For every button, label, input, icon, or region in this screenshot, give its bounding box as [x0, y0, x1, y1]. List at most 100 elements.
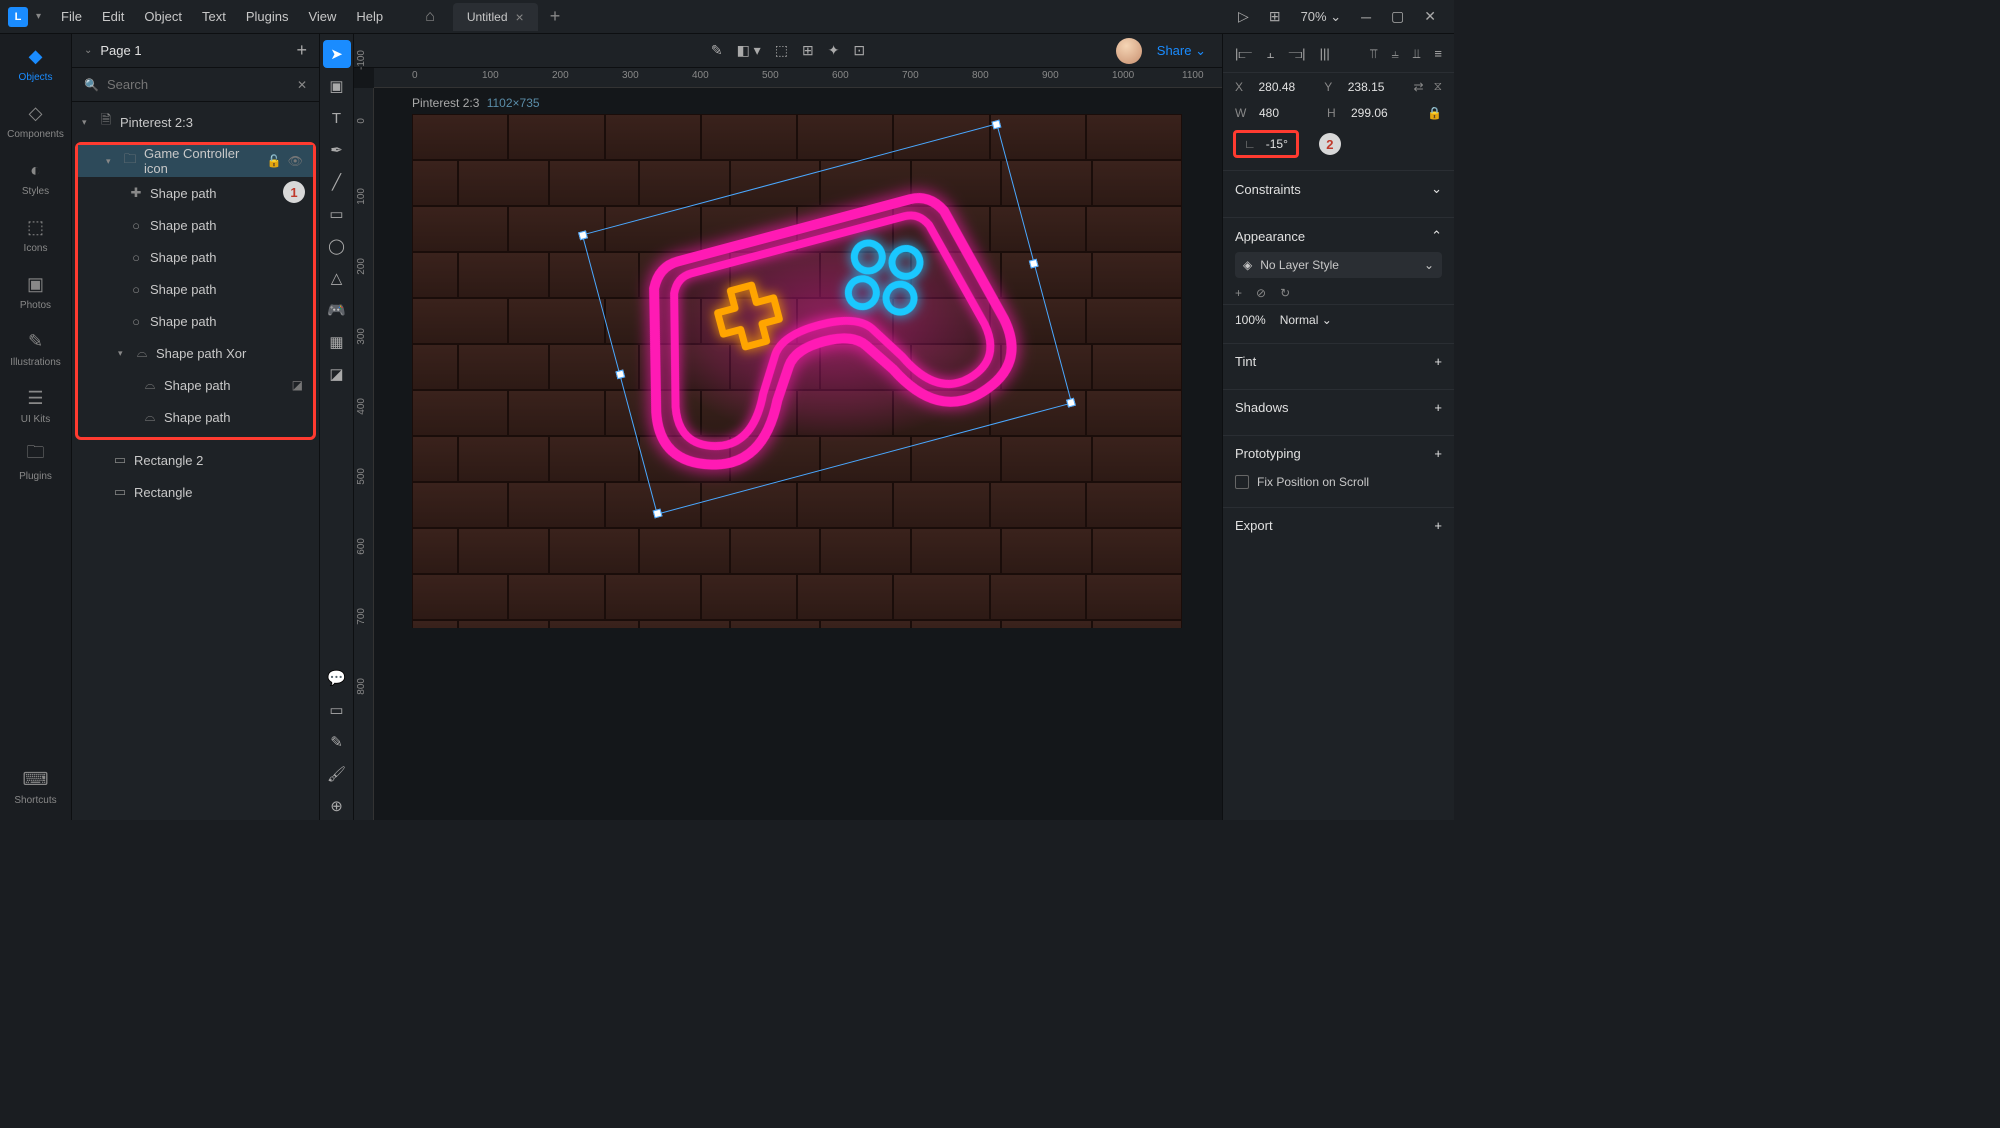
- align-bottom-icon[interactable]: ⫫: [1413, 46, 1420, 62]
- maximize-icon[interactable]: ▢: [1381, 8, 1414, 25]
- distribute-h-icon[interactable]: |||: [1320, 46, 1330, 62]
- opacity-value[interactable]: 100%: [1235, 313, 1266, 327]
- viewport[interactable]: Pinterest 2:3 1102×735: [374, 88, 1222, 820]
- rail-plugins[interactable]: 🗀Plugins: [19, 443, 52, 482]
- artboard-row[interactable]: ▾ 🗎 Pinterest 2:3: [72, 106, 319, 138]
- rail-styles[interactable]: ◐Styles: [22, 158, 49, 197]
- clear-search-icon[interactable]: ✕: [297, 78, 307, 92]
- layer-row[interactable]: ✚Shape path: [78, 177, 313, 209]
- image-tool[interactable]: ▦: [323, 328, 351, 356]
- boolean-tool[interactable]: ◪: [323, 360, 351, 388]
- frame-tool[interactable]: ▣: [323, 72, 351, 100]
- chevron-up-icon[interactable]: ⌃: [1431, 228, 1442, 244]
- rectangle-tool[interactable]: ▭: [323, 200, 351, 228]
- align-center-h-icon[interactable]: ⫠: [1266, 46, 1274, 62]
- brush-tool[interactable]: 🖌: [323, 760, 351, 788]
- zoom-tool[interactable]: ⊕: [323, 792, 351, 820]
- triangle-tool[interactable]: △: [323, 264, 351, 292]
- lock-aspect-icon[interactable]: 🔒: [1427, 106, 1442, 120]
- text-tool[interactable]: T: [323, 104, 351, 132]
- align-to-pixel-icon[interactable]: ⧖: [1434, 79, 1442, 94]
- distribute-icon[interactable]: ⊡: [853, 42, 865, 59]
- layer-row[interactable]: ○Shape path: [78, 273, 313, 305]
- rail-photos[interactable]: ▣Photos: [20, 272, 51, 311]
- menu-text[interactable]: Text: [192, 9, 236, 24]
- rail-components[interactable]: ◇Components: [7, 101, 64, 140]
- unlock-icon[interactable]: 🔓: [267, 154, 282, 168]
- pen-tool[interactable]: ✒: [323, 136, 351, 164]
- close-tab-icon[interactable]: ×: [516, 9, 524, 25]
- add-tab-button[interactable]: +: [538, 6, 573, 27]
- line-tool[interactable]: ╱: [323, 168, 351, 196]
- add-page-button[interactable]: +: [296, 40, 307, 61]
- menu-file[interactable]: File: [51, 9, 92, 24]
- chevron-down-icon[interactable]: ⌄: [1431, 181, 1442, 197]
- y-value[interactable]: 238.15: [1348, 80, 1404, 94]
- eyedropper-tool[interactable]: ✎: [323, 728, 351, 756]
- layer-row[interactable]: ▭Rectangle 2: [72, 444, 319, 476]
- align-top-icon[interactable]: ⫪: [1370, 46, 1377, 62]
- w-value[interactable]: 480: [1259, 106, 1317, 120]
- h-value[interactable]: 299.06: [1351, 106, 1409, 120]
- page-name[interactable]: Page 1: [100, 43, 288, 58]
- logo-chevron-icon[interactable]: ▾: [36, 11, 41, 22]
- chevron-down-icon[interactable]: ▾: [118, 348, 128, 359]
- blend-mode[interactable]: Normal ⌄: [1280, 313, 1332, 327]
- component-create-icon[interactable]: ⬚: [775, 42, 788, 59]
- chevron-down-icon[interactable]: ▾: [106, 156, 116, 167]
- menu-object[interactable]: Object: [134, 9, 192, 24]
- comment-tool[interactable]: 💬: [323, 664, 351, 692]
- play-icon[interactable]: ▷: [1228, 8, 1259, 25]
- artboard[interactable]: [412, 114, 1182, 628]
- autolayout-icon[interactable]: ⊞: [802, 42, 814, 59]
- minimize-icon[interactable]: ─: [1351, 9, 1381, 25]
- swap-xy-icon[interactable]: ⇄: [1414, 80, 1424, 94]
- group-row[interactable]: ▾ 🗀 Game Controller icon 🔓 👁: [78, 145, 313, 177]
- resize-handle-nw[interactable]: [578, 230, 588, 240]
- distribute-v-icon[interactable]: ≡: [1434, 46, 1442, 62]
- add-tint-button[interactable]: +: [1434, 354, 1442, 369]
- app-logo[interactable]: L: [8, 7, 28, 27]
- layer-style-select[interactable]: ◈ No Layer Style ⌄: [1235, 252, 1442, 278]
- resize-handle-w[interactable]: [615, 369, 625, 379]
- share-button[interactable]: Share ⌄: [1157, 43, 1206, 59]
- rail-uikits[interactable]: ☰UI Kits: [21, 386, 50, 425]
- ellipse-tool[interactable]: ◯: [323, 232, 351, 260]
- controller-tool[interactable]: 🎮: [323, 296, 351, 324]
- check-icon[interactable]: ⊘: [1256, 286, 1266, 300]
- menu-edit[interactable]: Edit: [92, 9, 134, 24]
- xor-row[interactable]: ▾⌓Shape path Xor: [78, 337, 313, 369]
- rail-icons[interactable]: ⬚Icons: [24, 215, 48, 254]
- align-left-icon[interactable]: |⫍: [1235, 46, 1252, 62]
- chevron-down-icon[interactable]: ▾: [82, 117, 92, 128]
- x-value[interactable]: 280.48: [1258, 80, 1314, 94]
- mask-icon[interactable]: ◧ ▾: [737, 42, 761, 59]
- pencil-icon[interactable]: ✎: [711, 42, 723, 59]
- fix-position-toggle[interactable]: Fix Position on Scroll: [1235, 469, 1442, 495]
- rail-shortcuts[interactable]: ⌨Shortcuts: [14, 767, 56, 806]
- page-chevron-icon[interactable]: ⌄: [84, 45, 92, 56]
- align-center-v-icon[interactable]: ⫨: [1391, 46, 1398, 62]
- rotation-value[interactable]: -15°: [1266, 137, 1288, 151]
- layer-row[interactable]: ⌓Shape path◪: [78, 369, 313, 401]
- artboard-label[interactable]: Pinterest 2:3 1102×735: [412, 96, 540, 110]
- visibility-icon[interactable]: 👁: [288, 154, 303, 168]
- grid-icon[interactable]: ⊞: [1259, 8, 1291, 25]
- tidy-icon[interactable]: ✦: [828, 42, 840, 59]
- close-window-icon[interactable]: ✕: [1414, 8, 1446, 25]
- add-export-button[interactable]: +: [1434, 518, 1442, 533]
- search-input[interactable]: [107, 77, 289, 92]
- layer-row[interactable]: ⌓Shape path: [78, 401, 313, 433]
- feedback-tool[interactable]: ▭: [323, 696, 351, 724]
- menu-plugins[interactable]: Plugins: [236, 9, 299, 24]
- reset-icon[interactable]: ↻: [1280, 286, 1290, 300]
- menu-help[interactable]: Help: [346, 9, 393, 24]
- user-avatar[interactable]: [1116, 38, 1142, 64]
- layer-row[interactable]: ○Shape path: [78, 209, 313, 241]
- add-style-button[interactable]: +: [1235, 286, 1242, 300]
- layer-row[interactable]: ○Shape path: [78, 305, 313, 337]
- layer-row[interactable]: ▭Rectangle: [72, 476, 319, 508]
- rail-objects[interactable]: ◆Objects: [19, 44, 53, 83]
- zoom-level[interactable]: 70% ⌄: [1291, 9, 1352, 25]
- align-right-icon[interactable]: ⫎|: [1288, 46, 1305, 62]
